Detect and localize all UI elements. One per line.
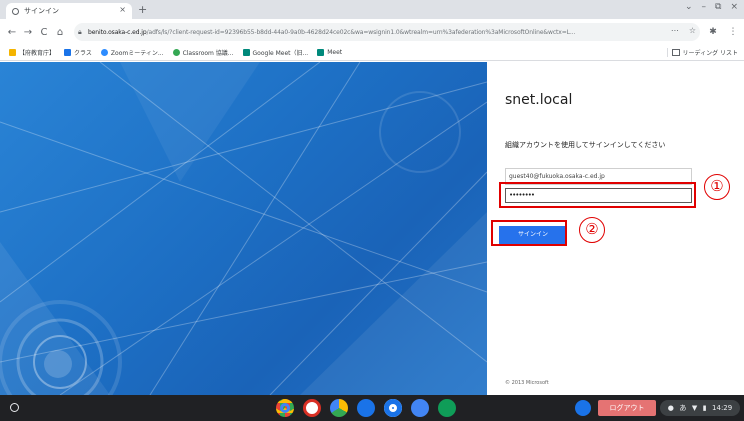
google-icon (172, 49, 180, 56)
tab-strip: サインイン × + ⌄ – ⧉ × (0, 0, 744, 19)
meet-icon (317, 49, 325, 56)
reading-list-icon (671, 49, 680, 56)
battery-icon: ▮ (702, 404, 707, 412)
bookmark-class[interactable]: クラス (64, 48, 92, 57)
wifi-icon: ▼ (691, 404, 698, 412)
url-path: /adfs/ls/?client-request-id=92396b55-b8d… (146, 28, 576, 36)
signin-pane: snet.local 組織アカウントを使用してサインインしてください guest… (487, 62, 744, 395)
annotation-highlight-signin (491, 220, 567, 246)
status-tray[interactable]: ● あ ▼ ▮ 14:29 (660, 400, 740, 416)
extensions-icon[interactable]: ✱ (706, 27, 720, 37)
browser-tab[interactable]: サインイン × (6, 3, 132, 19)
window-controls: ⌄ – ⧉ × (685, 2, 738, 12)
bookmark-meet[interactable]: Meet (317, 49, 342, 56)
menu-icon[interactable]: ⋮ (726, 27, 740, 37)
annotation-marker-1: ① (704, 174, 730, 200)
decorative-lines (0, 62, 487, 395)
page-action-icon[interactable]: ⋯ (671, 26, 679, 35)
signin-instructions: 組織アカウントを使用してサインインしてください (505, 141, 666, 149)
shelf-apps (276, 399, 456, 417)
tab-title: サインイン (24, 7, 59, 15)
folder-icon (9, 49, 16, 56)
reading-list-button[interactable]: リーディング リスト (666, 48, 739, 57)
tab-search-icon[interactable]: ⌄ (685, 2, 693, 12)
page-content: snet.local 組織アカウントを使用してサインインしてください guest… (0, 62, 744, 395)
forward-icon[interactable]: → (20, 27, 36, 38)
globe-icon (12, 7, 19, 15)
ime-indicator: あ (679, 404, 687, 412)
bookmark-folder[interactable]: 【府教育庁】 (9, 48, 55, 57)
annotation-marker-2: ② (579, 217, 605, 243)
annotation-highlight-password (499, 182, 696, 208)
bookmark-label: クラス (74, 50, 92, 57)
bookmark-zoom[interactable]: Zoomミーティン... (100, 48, 164, 57)
bookmark-star-icon[interactable]: ☆ (689, 26, 696, 35)
bookmarks-bar: 【府教育庁】 クラス Zoomミーティン... Classroom 協議... … (0, 45, 744, 61)
bookmark-google-meet[interactable]: Google Meet（旧... (242, 48, 309, 57)
meet-icon (242, 49, 250, 56)
minimize-icon[interactable]: – (702, 2, 707, 12)
address-bar[interactable]: 🔒︎ benito.osaka-c.ed.jp/adfs/ls/?client-… (74, 23, 700, 41)
maximize-icon[interactable]: ⧉ (715, 2, 721, 12)
classroom-app-icon[interactable] (438, 399, 456, 417)
bookmark-label: Meet (327, 49, 343, 56)
gmail-app-icon[interactable] (303, 399, 321, 417)
close-window-icon[interactable]: × (730, 2, 738, 12)
bookmark-label: 【府教育庁】 (19, 50, 56, 57)
camera-app-icon[interactable] (384, 399, 402, 417)
reload-icon[interactable]: C (36, 27, 52, 38)
close-tab-icon[interactable]: × (119, 5, 126, 14)
clock-time: 14:29 (712, 404, 733, 412)
bookmark-label: Google Meet（旧... (252, 50, 309, 57)
files-app-icon[interactable] (357, 399, 375, 417)
copyright-text: © 2013 Microsoft (505, 380, 549, 386)
reading-list-label: リーディング リスト (682, 50, 739, 57)
logout-button[interactable]: ログアウト (598, 400, 656, 416)
notification-icon: ● (667, 404, 674, 412)
chromeos-screen: サインイン × + ⌄ – ⧉ × ← → C ⌂ 🔒︎ benito.osak… (0, 0, 744, 421)
chrome-app-icon[interactable] (276, 399, 294, 417)
bookmark-label: Zoomミーティン... (110, 50, 164, 57)
organization-name: snet.local (505, 92, 573, 108)
url-host: benito.osaka-c.ed.jp (88, 28, 147, 36)
launcher-icon[interactable] (10, 403, 19, 412)
bookmark-classroom[interactable]: Classroom 協議... (172, 48, 234, 57)
zoom-icon (100, 49, 108, 56)
url-text: benito.osaka-c.ed.jp/adfs/ls/?client-req… (88, 29, 575, 36)
new-tab-button[interactable]: + (138, 3, 147, 17)
system-shelf: ログアウト ● あ ▼ ▮ 14:29 (0, 395, 744, 421)
omnibox-actions: ⋯ ☆ (666, 26, 696, 35)
browser-toolbar: ← → C ⌂ 🔒︎ benito.osaka-c.ed.jp/adfs/ls/… (0, 19, 744, 45)
profile-avatar[interactable] (575, 400, 591, 416)
home-icon[interactable]: ⌂ (52, 27, 68, 38)
meet-app-icon[interactable] (411, 399, 429, 417)
back-icon[interactable]: ← (4, 27, 20, 38)
drive-app-icon[interactable] (330, 399, 348, 417)
background-illustration (0, 62, 487, 395)
bookmark-label: Classroom 協議... (182, 50, 234, 57)
class-icon (64, 49, 72, 56)
lock-icon[interactable]: 🔒︎ (78, 28, 88, 37)
